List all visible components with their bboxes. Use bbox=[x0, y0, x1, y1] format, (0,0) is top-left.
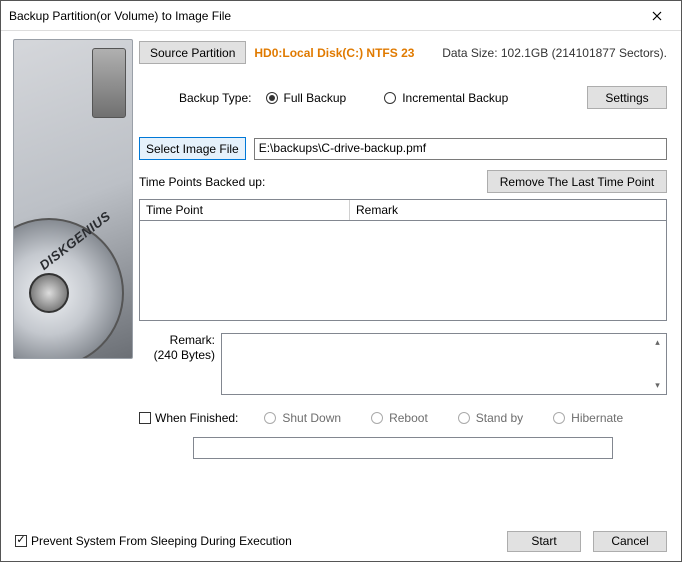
time-points-label: Time Points Backed up: bbox=[139, 175, 265, 189]
cancel-button[interactable]: Cancel bbox=[593, 531, 667, 552]
radio-shutdown: Shut Down bbox=[264, 411, 341, 425]
start-button[interactable]: Start bbox=[507, 531, 581, 552]
radio-full-backup[interactable]: Full Backup bbox=[266, 91, 347, 105]
image-file-path-input[interactable]: E:\backups\C-drive-backup.pmf bbox=[254, 138, 667, 160]
harddrive-illustration: DISKGENIUS bbox=[13, 39, 133, 359]
radio-icon bbox=[266, 92, 278, 104]
when-finished-checkbox[interactable]: When Finished: bbox=[139, 411, 238, 425]
remark-label: Remark: bbox=[139, 333, 215, 348]
radio-reboot: Reboot bbox=[371, 411, 428, 425]
close-icon bbox=[652, 11, 662, 21]
titlebar: Backup Partition(or Volume) to Image Fil… bbox=[1, 1, 681, 31]
checkbox-icon bbox=[139, 412, 151, 424]
time-points-table: Time Point Remark bbox=[139, 199, 667, 321]
radio-incremental-backup[interactable]: Incremental Backup bbox=[384, 91, 508, 105]
prevent-sleep-label: Prevent System From Sleeping During Exec… bbox=[31, 534, 292, 548]
progress-bar bbox=[193, 437, 613, 459]
radio-incremental-label: Incremental Backup bbox=[402, 91, 508, 105]
source-partition-button[interactable]: Source Partition bbox=[139, 41, 246, 64]
radio-icon bbox=[384, 92, 396, 104]
radio-icon bbox=[371, 412, 383, 424]
remove-last-time-point-button[interactable]: Remove The Last Time Point bbox=[487, 170, 667, 193]
remark-textarea[interactable]: ▴ ▾ bbox=[221, 333, 667, 395]
radio-icon bbox=[553, 412, 565, 424]
column-remark[interactable]: Remark bbox=[350, 200, 666, 220]
when-finished-label: When Finished: bbox=[155, 411, 238, 425]
radio-standby: Stand by bbox=[458, 411, 523, 425]
scroll-down-icon[interactable]: ▾ bbox=[650, 378, 665, 393]
select-image-file-button[interactable]: Select Image File bbox=[139, 137, 246, 160]
data-size-label: Data Size: 102.1GB (214101877 Sectors). bbox=[442, 46, 667, 60]
prevent-sleep-checkbox[interactable]: Prevent System From Sleeping During Exec… bbox=[15, 534, 292, 548]
remark-label-group: Remark: (240 Bytes) bbox=[139, 333, 215, 395]
close-button[interactable] bbox=[637, 2, 677, 30]
checkbox-icon bbox=[15, 535, 27, 547]
scroll-up-icon[interactable]: ▴ bbox=[650, 335, 665, 350]
time-points-body bbox=[139, 221, 667, 321]
backup-type-label: Backup Type: bbox=[179, 91, 252, 105]
radio-full-label: Full Backup bbox=[284, 91, 347, 105]
column-time-point[interactable]: Time Point bbox=[140, 200, 350, 220]
sidebar-image: DISKGENIUS bbox=[1, 31, 135, 521]
radio-icon bbox=[458, 412, 470, 424]
window-title: Backup Partition(or Volume) to Image Fil… bbox=[9, 9, 637, 23]
source-partition-value: HD0:Local Disk(C:) NTFS 237. bbox=[254, 46, 414, 60]
settings-button[interactable]: Settings bbox=[587, 86, 667, 109]
radio-hibernate: Hibernate bbox=[553, 411, 623, 425]
radio-icon bbox=[264, 412, 276, 424]
remark-bytes-label: (240 Bytes) bbox=[139, 348, 215, 363]
